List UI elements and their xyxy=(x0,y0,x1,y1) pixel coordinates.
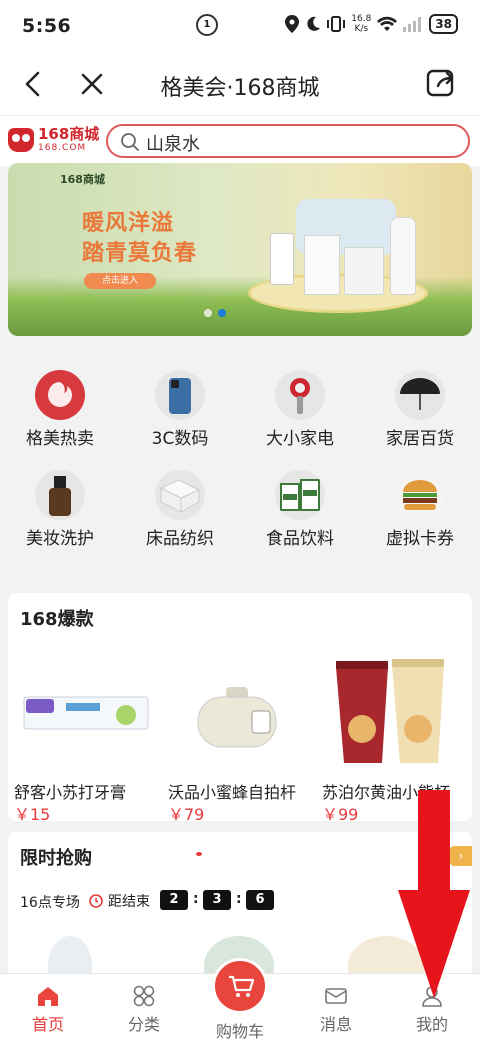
burger-icon xyxy=(395,470,445,520)
tab-label: 首页 xyxy=(31,1015,64,1034)
banner-headline: 暖风洋溢 xyxy=(82,211,175,236)
title-bar: 格美会·168商城 xyxy=(0,52,480,116)
countdown-seconds: 6 xyxy=(246,890,274,910)
logo-domain: 168.COM xyxy=(38,143,87,153)
tab-messages[interactable]: 消息 xyxy=(288,974,384,1040)
category-item[interactable]: 食品饮料 xyxy=(240,460,360,560)
countdown-hours: 2 xyxy=(160,890,188,910)
product-price: ￥79 xyxy=(168,805,205,824)
selfie-stick-image xyxy=(197,687,277,748)
category-item[interactable]: 3C数码 xyxy=(120,360,240,460)
phone-icon xyxy=(155,370,205,420)
category-grid-icon xyxy=(133,985,155,1007)
category-item[interactable]: 虚拟卡券 xyxy=(360,460,480,560)
product-price: ￥15 xyxy=(14,805,51,824)
chevron-left-icon[interactable] xyxy=(18,68,50,100)
countdown-minutes: 3 xyxy=(203,890,231,910)
flash-session-label: 16点专场 xyxy=(20,895,80,911)
hair-dryer-icon xyxy=(275,370,325,420)
red-dot-indicator xyxy=(196,852,202,856)
umbrella-icon xyxy=(395,370,445,420)
pillow-icon xyxy=(155,470,205,520)
search-header: 168商城 168.COM 山泉水 xyxy=(0,116,480,166)
category-label: 家居百货 xyxy=(386,429,454,449)
message-icon xyxy=(325,988,347,1004)
tab-cart[interactable]: 购物车 xyxy=(192,958,288,1040)
banner-pagination xyxy=(204,309,226,317)
category-label: 虚拟卡券 xyxy=(386,529,454,549)
category-item[interactable]: 美妆洗护 xyxy=(0,460,120,560)
search-value: 山泉水 xyxy=(146,134,200,155)
tab-home[interactable]: 首页 xyxy=(0,974,96,1040)
gemei-logo-icon xyxy=(35,370,85,420)
category-grid: 格美热卖 3C数码 大小家电 家居百货 美妆洗护 床品纺织 食品饮料 虚拟卡券 xyxy=(0,360,480,580)
signal-icon xyxy=(403,17,422,32)
search-icon xyxy=(121,133,139,151)
wifi-icon xyxy=(377,16,398,31)
banner-subheadline: 踏青莫负春 xyxy=(82,241,198,266)
logo-text: 168商城 xyxy=(38,125,100,143)
tab-category[interactable]: 分类 xyxy=(96,974,192,1040)
category-label: 3C数码 xyxy=(151,429,209,449)
net-speed: 16.8 K/s xyxy=(351,14,372,34)
close-icon[interactable] xyxy=(76,68,108,100)
category-item[interactable]: 家居百货 xyxy=(360,360,480,460)
section-title: 168爆款 xyxy=(20,609,94,630)
category-label: 食品饮料 xyxy=(266,529,334,549)
banner-product-bottle xyxy=(390,217,416,295)
category-label: 床品纺织 xyxy=(146,529,214,549)
red-arrow-annotation xyxy=(398,790,470,998)
tab-label: 分类 xyxy=(127,1015,160,1034)
product-card[interactable]: 沃品小蜜蜂自拍杆 ￥79 xyxy=(162,649,314,824)
category-item[interactable]: 床品纺织 xyxy=(120,460,240,560)
product-price: ￥99 xyxy=(322,805,359,824)
promo-banner[interactable]: 168商城 暖风洋溢 踏青莫负春 点击进入 xyxy=(8,163,472,336)
banner-product-tube xyxy=(270,233,294,285)
gift-box-icon xyxy=(275,470,325,520)
page-title: 格美会·168商城 xyxy=(160,76,320,101)
banner-logo: 168商城 xyxy=(60,173,105,186)
tab-label: 我的 xyxy=(415,1015,448,1034)
product-card[interactable]: 舒客小苏打牙膏 ￥15 xyxy=(8,649,160,824)
category-item[interactable]: 格美热卖 xyxy=(0,360,120,460)
product-name: 舒客小苏打牙膏 xyxy=(14,783,127,802)
share-out-icon[interactable] xyxy=(424,66,458,100)
home-icon xyxy=(38,987,58,1006)
moon-icon xyxy=(307,16,321,31)
alarm-clock-icon xyxy=(89,894,103,908)
pagination-dot-active[interactable] xyxy=(218,309,226,317)
status-bar: 5:56 1 16.8 K/s 38 xyxy=(0,0,480,52)
vibrate-icon xyxy=(327,16,346,32)
pagination-dot[interactable] xyxy=(204,309,212,317)
bear-cup-image xyxy=(336,659,444,763)
tab-label: 消息 xyxy=(319,1015,352,1034)
category-item[interactable]: 大小家电 xyxy=(240,360,360,460)
countdown-label: 距结束 xyxy=(108,894,150,910)
notification-badge-icon: 1 xyxy=(196,14,218,36)
owl-logo-icon xyxy=(8,128,34,152)
cart-button xyxy=(212,958,268,1014)
status-time: 5:56 xyxy=(22,15,72,37)
hot-items-section: 168爆款 舒客小苏打牙膏 ￥15 沃品小蜜蜂自拍杆 ￥79 苏泊尔黄油小熊杯 … xyxy=(8,593,472,824)
tab-label: 购物车 xyxy=(215,1022,264,1040)
banner-product-box xyxy=(344,247,384,295)
battery-icon: 38 xyxy=(429,14,458,34)
category-label: 大小家电 xyxy=(266,429,334,449)
brand-logo[interactable]: 168商城 168.COM xyxy=(8,126,100,156)
location-icon xyxy=(285,15,300,33)
status-icons: 16.8 K/s 38 xyxy=(285,14,458,34)
banner-enter-button[interactable]: 点击进入 xyxy=(84,273,156,289)
cart-icon xyxy=(229,975,255,997)
banner-product-box xyxy=(304,235,340,295)
search-input[interactable]: 山泉水 xyxy=(106,124,470,158)
toothpaste-image xyxy=(23,696,149,730)
section-title: 限时抢购 xyxy=(20,848,92,869)
countdown-colon: : xyxy=(236,891,242,907)
countdown-colon: : xyxy=(193,891,199,907)
category-label: 格美热卖 xyxy=(26,429,94,449)
product-name: 沃品小蜜蜂自拍杆 xyxy=(168,783,297,802)
category-label: 美妆洗护 xyxy=(26,529,94,549)
serum-bottle-icon xyxy=(35,470,85,520)
